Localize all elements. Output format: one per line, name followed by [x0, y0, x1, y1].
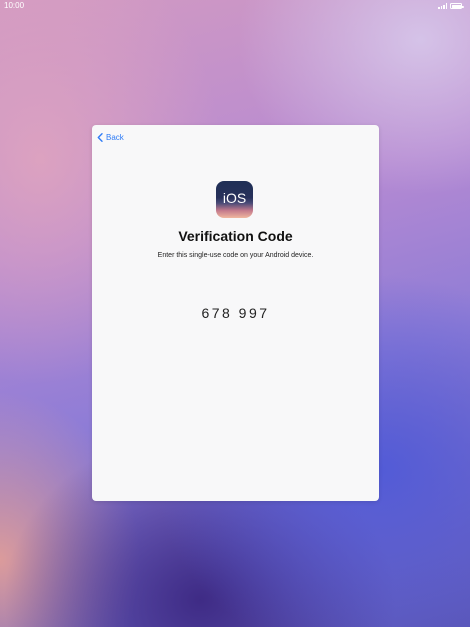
- status-bar: 10:00: [0, 0, 470, 12]
- signal-icon: [438, 3, 447, 9]
- back-label: Back: [106, 133, 124, 142]
- chevron-left-icon: [97, 133, 103, 142]
- page-title: Verification Code: [178, 228, 293, 244]
- verification-card: Back iOS Verification Code Enter this si…: [92, 125, 379, 501]
- ios-app-icon: iOS: [216, 181, 253, 218]
- battery-icon: [450, 3, 464, 9]
- verification-code: 678 997: [201, 305, 270, 321]
- status-icons: [438, 3, 464, 9]
- app-icon-label: iOS: [222, 189, 247, 206]
- back-button[interactable]: Back: [97, 133, 124, 142]
- status-time: 10:00: [4, 1, 25, 10]
- instruction-text: Enter this single-use code on your Andro…: [157, 252, 314, 259]
